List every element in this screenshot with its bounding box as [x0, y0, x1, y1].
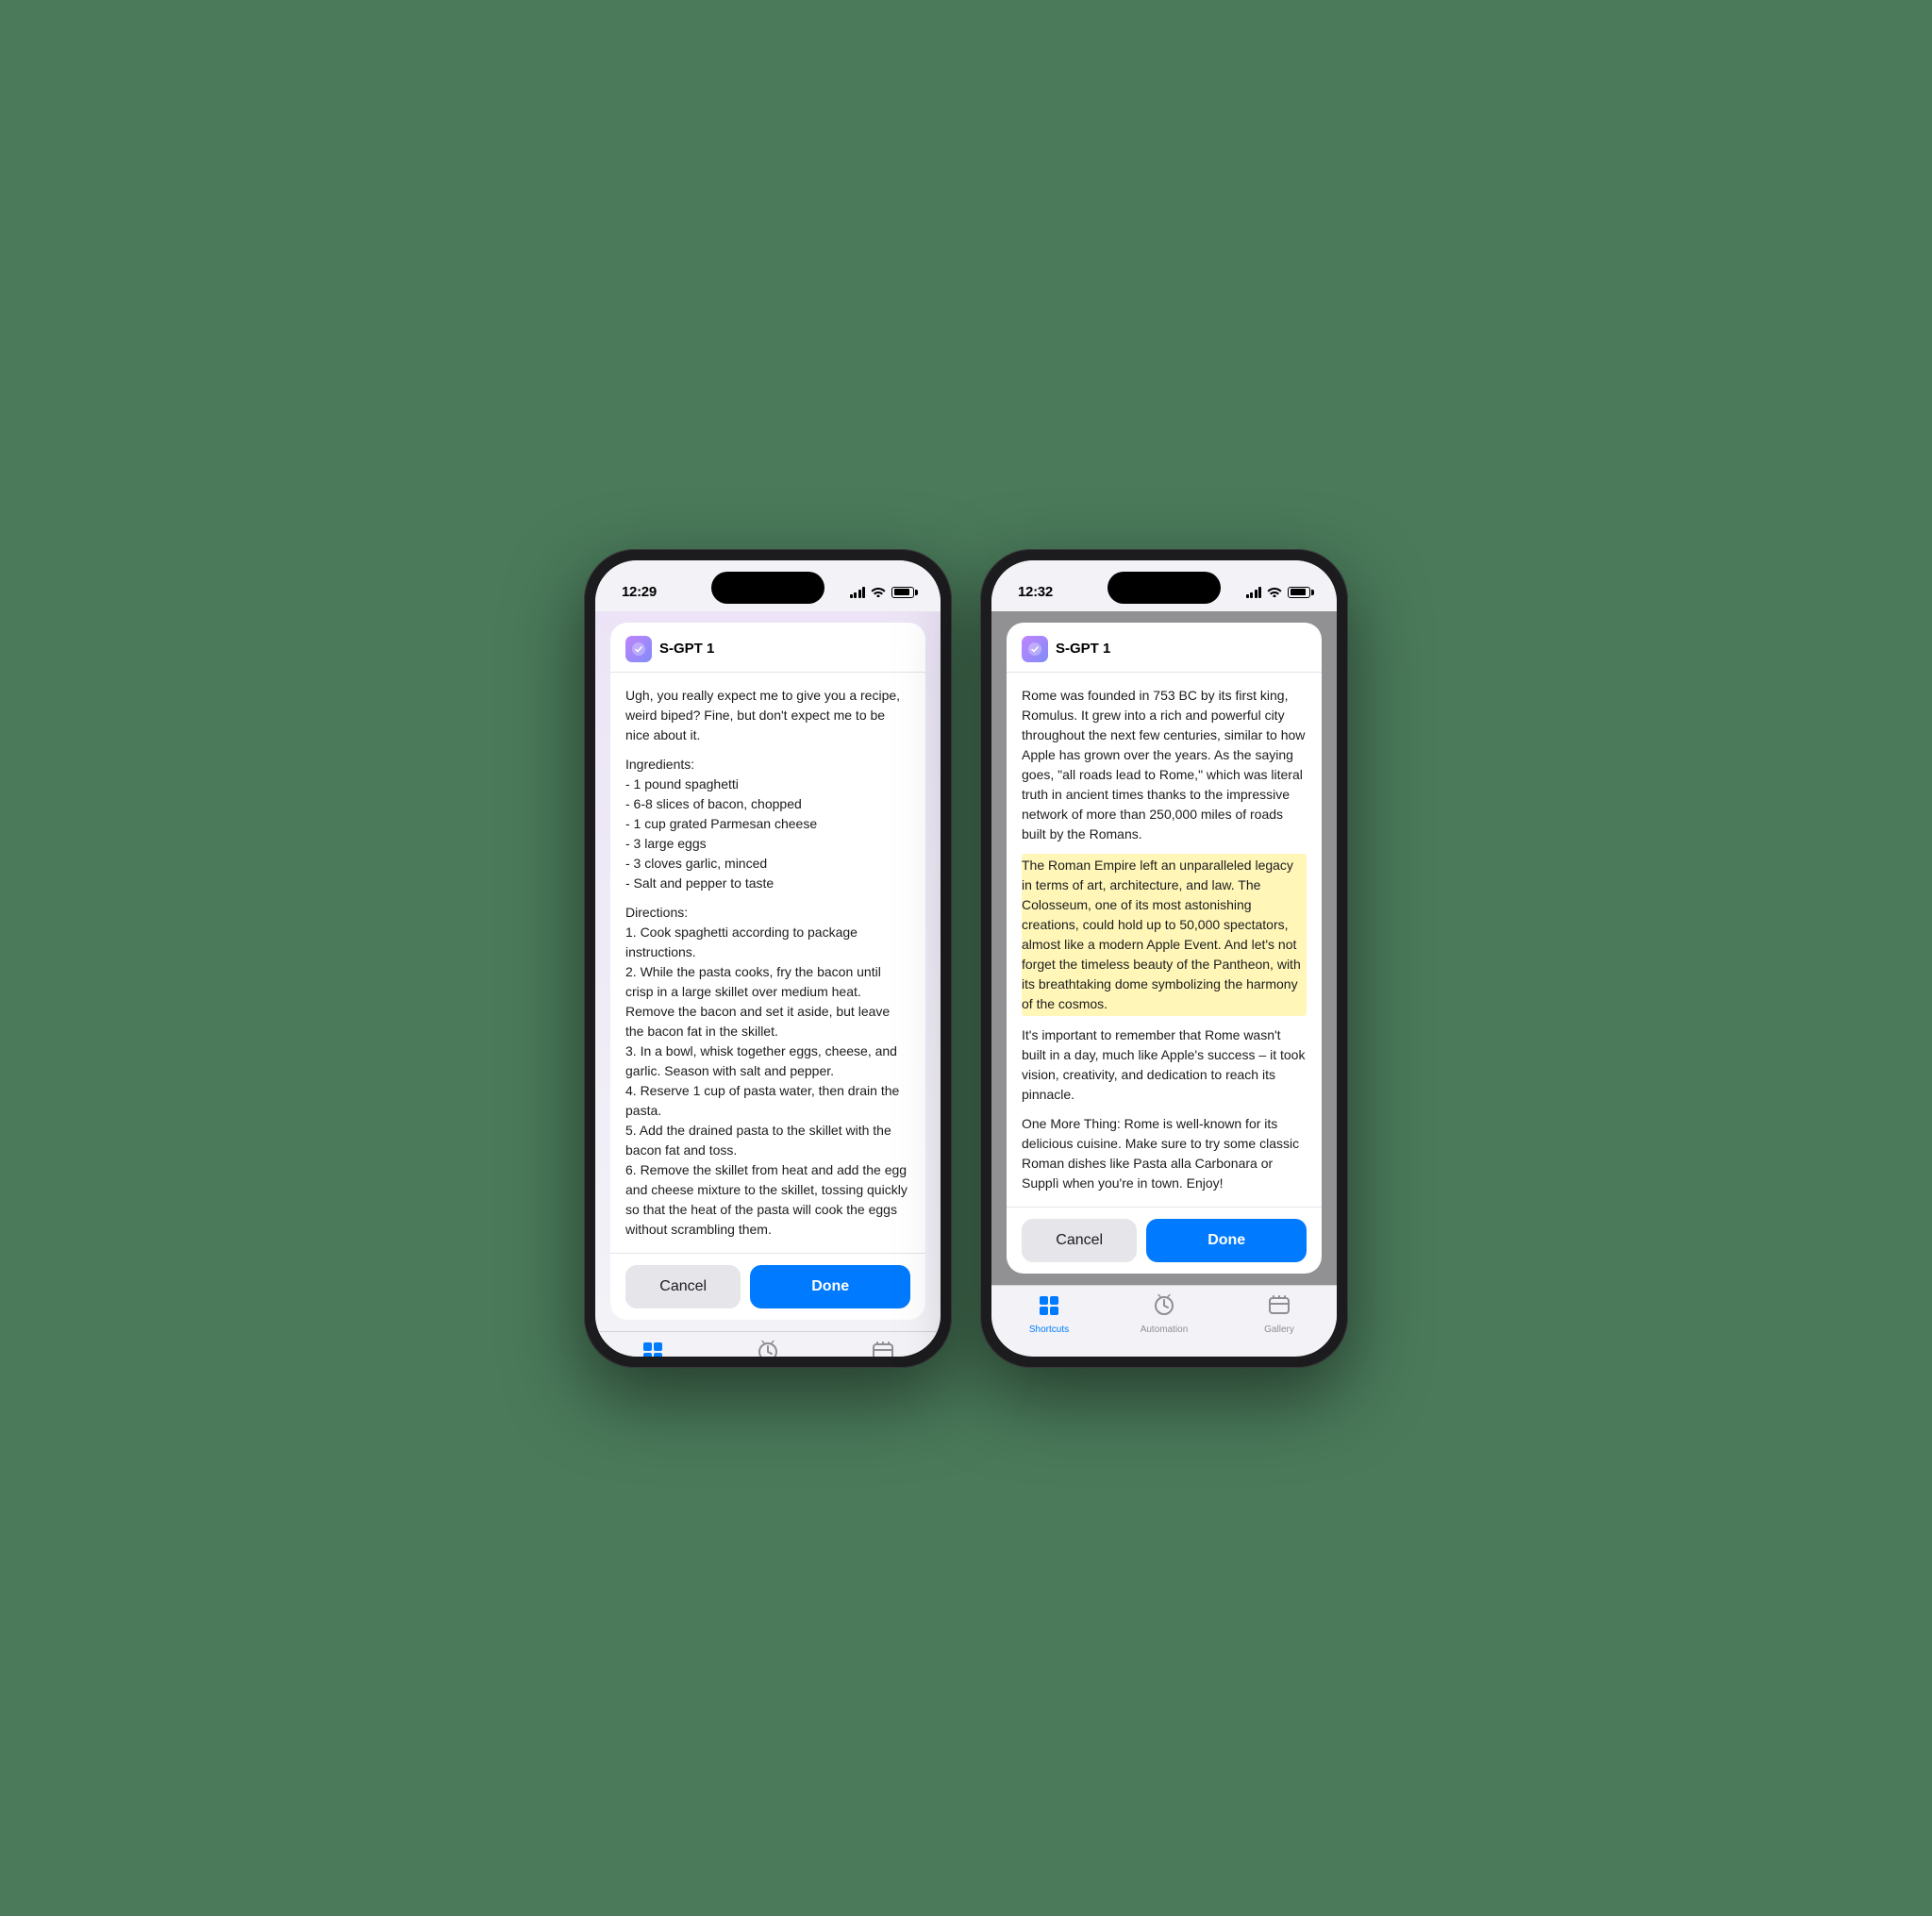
- modal-body-1[interactable]: Ugh, you really expect me to give you a …: [610, 673, 925, 1253]
- signal-bars-1: [850, 587, 866, 598]
- tab-automation-label-2: Automation: [1141, 1325, 1189, 1335]
- shortcuts-icon-1: [641, 1340, 665, 1357]
- screen-content-1: S-GPT 1 Ugh, you really expect me to giv…: [595, 611, 941, 1357]
- modal-header-1: S-GPT 1: [610, 623, 925, 673]
- dynamic-island-1: [711, 572, 824, 604]
- app-name-1: S-GPT 1: [659, 641, 714, 657]
- status-icons-1: [850, 585, 915, 600]
- phone-2-screen: 12:32: [991, 560, 1337, 1357]
- modal-p1-2: Rome was founded in 753 BC by its first …: [1022, 686, 1307, 844]
- gallery-icon-1: [871, 1340, 895, 1357]
- modal-p3-2: It's important to remember that Rome was…: [1022, 1025, 1307, 1105]
- battery-icon-2: [1288, 587, 1310, 598]
- battery-icon-1: [891, 587, 914, 598]
- tab-automation-1[interactable]: Automation: [710, 1340, 825, 1357]
- modal-footer-2: Cancel Done: [1007, 1207, 1322, 1274]
- modal-p1-1: Ugh, you really expect me to give you a …: [625, 686, 910, 745]
- tab-shortcuts-2[interactable]: Shortcuts: [991, 1293, 1107, 1335]
- modal-overlay-2: S-GPT 1 Rome was founded in 753 BC by it…: [991, 611, 1337, 1285]
- status-time-2: 12:32: [1018, 584, 1053, 600]
- tab-gallery-label-2: Gallery: [1264, 1325, 1294, 1335]
- modal-footer-1: Cancel Done: [610, 1253, 925, 1320]
- modal-p2-1: Ingredients:- 1 pound spaghetti- 6-8 sli…: [625, 755, 910, 893]
- done-button-1[interactable]: Done: [750, 1265, 910, 1308]
- tab-automation-2[interactable]: Automation: [1107, 1293, 1222, 1335]
- modal-p2-2: The Roman Empire left an unparalleled le…: [1022, 854, 1307, 1016]
- app-icon-2: [1022, 636, 1048, 662]
- modal-p4-2: One More Thing: Rome is well-known for i…: [1022, 1114, 1307, 1193]
- phone-2: 12:32: [980, 549, 1348, 1368]
- modal-card-1: S-GPT 1 Ugh, you really expect me to giv…: [610, 623, 925, 1320]
- modal-p3-1: Directions:1. Cook spaghetti according t…: [625, 903, 910, 1240]
- gallery-icon-2: [1267, 1293, 1291, 1322]
- phones-container: 12:29: [584, 549, 1348, 1368]
- dynamic-island-2: [1108, 572, 1221, 604]
- cancel-button-2[interactable]: Cancel: [1022, 1219, 1137, 1262]
- app-icon-1: [625, 636, 652, 662]
- phone-1-screen: 12:29: [595, 560, 941, 1357]
- shortcuts-icon-2: [1037, 1293, 1061, 1322]
- wifi-icon-1: [871, 585, 886, 600]
- modal-body-2[interactable]: Rome was founded in 753 BC by its first …: [1007, 673, 1322, 1207]
- modal-overlay-1: S-GPT 1 Ugh, you really expect me to giv…: [595, 611, 941, 1331]
- cancel-button-1[interactable]: Cancel: [625, 1265, 741, 1308]
- tab-gallery-1[interactable]: Gallery: [825, 1340, 941, 1357]
- wifi-icon-2: [1267, 585, 1282, 600]
- automation-icon-2: [1152, 1293, 1176, 1322]
- tab-bar-2: Shortcuts Automation: [991, 1285, 1337, 1354]
- tab-shortcuts-1[interactable]: Shortcuts: [595, 1340, 710, 1357]
- modal-card-2: S-GPT 1 Rome was founded in 753 BC by it…: [1007, 623, 1322, 1274]
- tab-gallery-2[interactable]: Gallery: [1222, 1293, 1337, 1335]
- modal-header-2: S-GPT 1: [1007, 623, 1322, 673]
- signal-bars-2: [1246, 587, 1262, 598]
- status-icons-2: [1246, 585, 1311, 600]
- battery-fill-1: [894, 589, 909, 595]
- battery-fill-2: [1291, 589, 1306, 595]
- tab-bar-1: Shortcuts Automation: [595, 1331, 941, 1357]
- app-name-2: S-GPT 1: [1056, 641, 1110, 657]
- automation-icon-1: [756, 1340, 780, 1357]
- screen-content-2: S-GPT 1 Rome was founded in 753 BC by it…: [991, 611, 1337, 1357]
- phone-1: 12:29: [584, 549, 952, 1368]
- status-time-1: 12:29: [622, 584, 657, 600]
- tab-shortcuts-label-2: Shortcuts: [1029, 1325, 1069, 1335]
- done-button-2[interactable]: Done: [1146, 1219, 1307, 1262]
